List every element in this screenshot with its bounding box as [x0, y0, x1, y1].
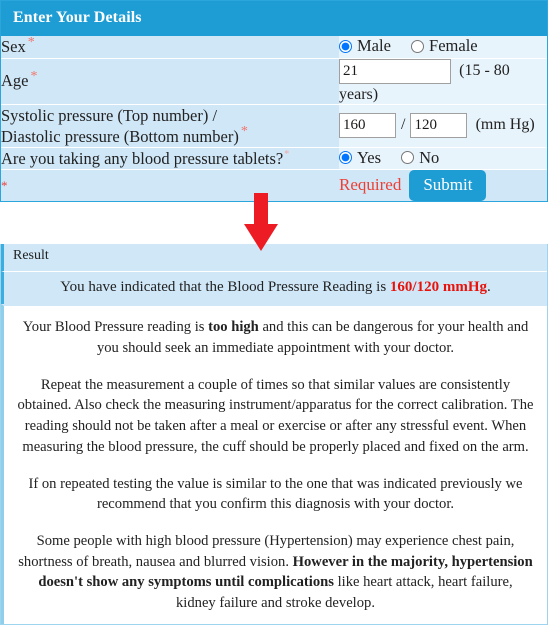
- result-panel: Result You have indicated that the Blood…: [0, 241, 548, 625]
- tablets-label-cell: Are you taking any blood pressure tablet…: [1, 147, 339, 171]
- sex-option-male-label: Male: [357, 36, 391, 55]
- result-text: Repeat the measurement a couple of times…: [17, 376, 534, 455]
- diastolic-input[interactable]: [410, 113, 468, 139]
- tablets-radio-no[interactable]: [401, 151, 415, 165]
- tablets-input-cell: Yes No: [339, 147, 547, 171]
- tablets-required-asterisk: *: [284, 149, 290, 161]
- pressure-input-cell: / (mm Hg): [339, 104, 547, 148]
- tablets-option-yes[interactable]: Yes: [339, 148, 381, 168]
- sex-required-asterisk: *: [27, 34, 35, 50]
- footer-asterisk-cell: *: [1, 169, 339, 202]
- form-row-age: Age* (15 - 80 years): [1, 58, 547, 105]
- sex-label-cell: Sex *: [1, 34, 339, 59]
- tablets-option-yes-label: Yes: [357, 147, 382, 167]
- sex-label: Sex: [1, 37, 26, 57]
- result-text: Your Blood Pressure reading is: [22, 319, 209, 336]
- age-required-asterisk: *: [30, 68, 38, 84]
- sex-option-female[interactable]: Female: [411, 36, 478, 56]
- pressure-label-line1: Systolic pressure (Top number) /: [1, 105, 218, 125]
- form-header-title: Enter Your Details: [1, 1, 547, 36]
- footer-required-asterisk: *: [1, 177, 8, 193]
- enter-details-form-panel: Enter Your Details Sex * Male Female Age…: [0, 0, 548, 203]
- sex-option-male[interactable]: Male: [339, 36, 391, 56]
- form-fields-table: Sex * Male Female Age * 21 (15 - 80 year…: [1, 34, 547, 202]
- age-label: Age: [1, 71, 29, 91]
- pressure-separator: /: [401, 116, 406, 134]
- tablets-radio-yes[interactable]: [339, 151, 352, 165]
- sex-radio-female[interactable]: [411, 39, 425, 53]
- result-body: Your Blood Pressure reading is too high …: [1, 304, 547, 624]
- form-row-sex: Sex * Male Female: [1, 34, 547, 59]
- age-input[interactable]: [339, 58, 451, 84]
- age-input-cell: (15 - 80 years): [339, 58, 547, 105]
- pressure-hint: (mm Hg): [475, 116, 535, 134]
- tablets-option-no[interactable]: No: [401, 148, 439, 168]
- result-paragraph: If on repeated testing the value is simi…: [17, 474, 534, 515]
- systolic-input[interactable]: [339, 113, 396, 139]
- arrow-zone: [0, 193, 550, 252]
- result-reading-line: You have indicated that the Blood Pressu…: [1, 272, 547, 305]
- result-reading-value: 160/120 mmHg: [389, 279, 487, 296]
- footer-actions-cell: Required Submit: [339, 169, 547, 202]
- sex-input-cell: Male Female: [339, 36, 547, 59]
- sex-option-female-label: Female: [429, 36, 478, 55]
- form-row-tablets: Are you taking any blood pressure tablet…: [1, 147, 547, 171]
- required-legend: Required: [339, 175, 402, 195]
- tablets-option-no-label: No: [419, 147, 440, 167]
- age-label-cell: Age *: [1, 58, 339, 105]
- pressure-required-asterisk: *: [240, 124, 248, 140]
- down-arrow-icon: [244, 193, 278, 252]
- result-paragraph: Your Blood Pressure reading is too high …: [17, 317, 534, 358]
- sex-radio-male[interactable]: [339, 39, 352, 53]
- result-reading-suffix: .: [487, 279, 491, 296]
- result-emphasis-text: too high: [208, 319, 259, 336]
- pressure-label-line2: Diastolic pressure (Bottom number): [1, 126, 239, 146]
- submit-button[interactable]: Submit: [409, 170, 487, 202]
- tablets-label: Are you taking any blood pressure tablet…: [1, 148, 284, 168]
- result-reading-prefix: You have indicated that the Blood Pressu…: [60, 279, 390, 296]
- result-text: If on repeated testing the value is simi…: [28, 475, 523, 513]
- result-paragraph: Some people with high blood pressure (Hy…: [17, 531, 534, 614]
- form-row-pressure: Systolic pressure (Top number) / Diastol…: [1, 104, 547, 148]
- pressure-label-cell: Systolic pressure (Top number) / Diastol…: [1, 104, 339, 148]
- result-paragraph: Repeat the measurement a couple of times…: [17, 375, 534, 458]
